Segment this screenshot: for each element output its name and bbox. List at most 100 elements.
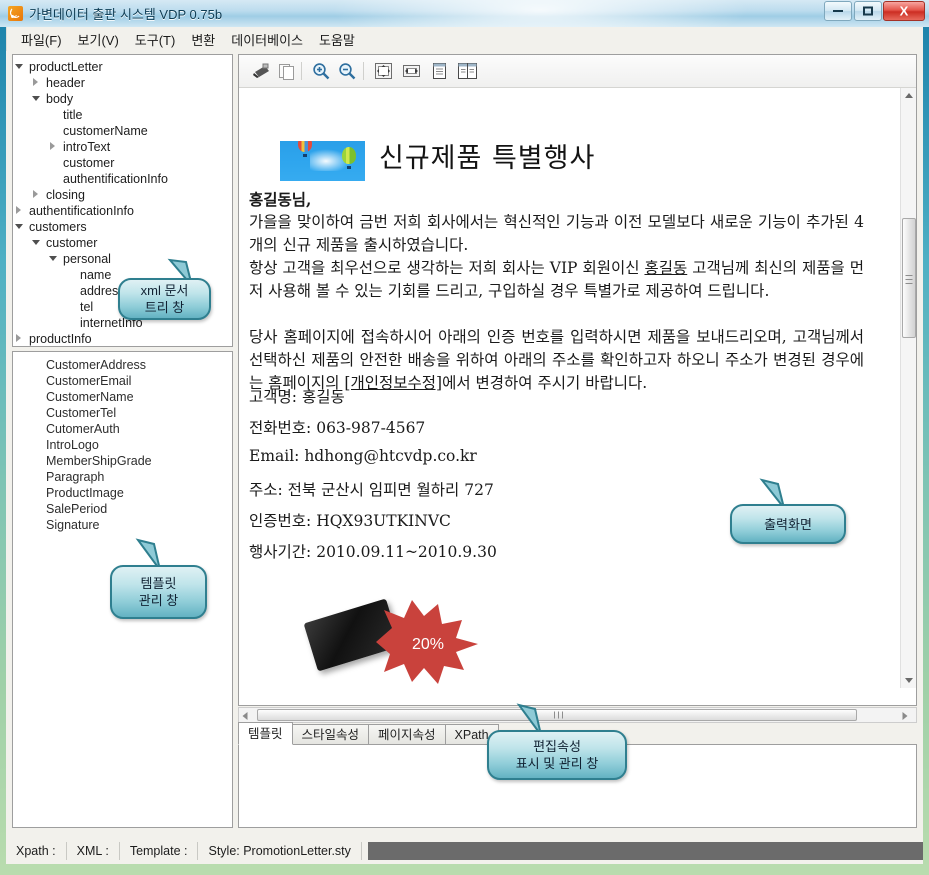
callout-template-line1: 템플릿 <box>140 576 177 591</box>
document-title: 신규제품 특별행사 <box>379 143 596 174</box>
callout-output-line1: 출력화면 <box>764 516 812 532</box>
tree-node-personal[interactable]: personal <box>17 251 232 267</box>
privacy-edit-link[interactable]: [개인정보수정] <box>344 374 442 392</box>
rss-feed-icon <box>8 6 23 21</box>
document-field-value: HQX93UTKINVC <box>316 512 451 530</box>
document-field-value: 홍길동 <box>301 388 345 406</box>
chevron-right-icon[interactable] <box>33 190 38 198</box>
template-list-item[interactable]: Signature <box>13 517 232 533</box>
print-icon[interactable] <box>249 60 273 82</box>
document-paragraph-1: 가을을 맞이하여 금번 저희 회사에서는 혁신적인 기능과 이전 모델보다 새로… <box>249 213 864 254</box>
chevron-right-icon[interactable] <box>16 206 21 214</box>
copy-page-icon[interactable] <box>275 60 299 82</box>
page-view: 신규제품 특별행사 홍길동님, 가을을 맞이하여 금번 저희 회사에서는 혁신적… <box>239 88 916 688</box>
close-icon: X <box>899 3 909 19</box>
tree-node-authentificationInfo[interactable]: authentificationInfo <box>17 171 232 187</box>
document-field-value: hdhong@htcvdp.co.kr <box>304 447 477 465</box>
chevron-down-icon[interactable] <box>32 96 40 101</box>
document-field-label: 전화번호: <box>249 419 317 437</box>
zoom-out-icon[interactable] <box>335 60 359 82</box>
menu-database[interactable]: 데이터베이스 <box>223 28 311 51</box>
tree-node-label: introText <box>63 140 111 154</box>
window-title: 가변데이터 출판 시스템 VDP 0.75b <box>29 7 223 22</box>
tree-node-label: productLetter <box>29 60 103 74</box>
document-paragraph-2: 항상 고객을 최우선으로 생각하는 저희 회사는 VIP 회원이신 홍길동 고객… <box>249 257 864 303</box>
tree-node-customerName[interactable]: customerName <box>17 123 232 139</box>
tree-node-customers[interactable]: customers <box>15 219 232 235</box>
scroll-right-button[interactable] <box>901 708 916 722</box>
fit-width-icon[interactable] <box>399 60 423 82</box>
status-progress-area <box>367 842 923 860</box>
document-salutation: 홍길동님, <box>249 190 312 209</box>
tree-node-title[interactable]: title <box>17 107 232 123</box>
document-field-row: 고객명: 홍길동 <box>249 385 345 407</box>
tree-node-productInfo[interactable]: productInfo <box>16 331 232 346</box>
intro-logo-image <box>280 141 365 181</box>
chevron-down-icon[interactable] <box>32 240 40 245</box>
paragraph-3-suffix: 에서 변경하여 주시기 바랍니다. <box>442 374 648 392</box>
tree-node-productLetter[interactable]: productLetter <box>15 59 232 75</box>
chevron-down-icon[interactable] <box>15 64 23 69</box>
tree-node-label: name <box>80 268 112 282</box>
maximize-button[interactable] <box>854 1 882 21</box>
tree-node-label: productInfo <box>29 332 92 346</box>
document-field-label: 고객명: <box>249 388 302 406</box>
close-button[interactable]: X <box>883 1 925 21</box>
menu-tools[interactable]: 도구(T) <box>127 28 184 51</box>
tree-node-label: customerName <box>63 124 148 138</box>
scroll-left-button[interactable] <box>239 708 254 722</box>
chevron-right-icon[interactable] <box>16 334 21 342</box>
property-tab-페이지속성[interactable]: 페이지속성 <box>368 724 446 745</box>
customer-name-inline: 홍길동 <box>644 259 688 277</box>
chevron-right-icon[interactable] <box>33 78 38 86</box>
two-page-icon[interactable] <box>455 60 479 82</box>
property-tab-스타일속성[interactable]: 스타일속성 <box>291 724 370 745</box>
single-page-icon[interactable] <box>427 60 451 82</box>
menu-view[interactable]: 보기(V) <box>70 28 127 51</box>
template-list-item[interactable]: CustomerTel <box>13 405 232 421</box>
template-list-item[interactable]: CustomerEmail <box>13 373 232 389</box>
tree-node-customer[interactable]: customer <box>17 155 232 171</box>
tree-node-closing[interactable]: closing <box>17 187 232 203</box>
callout-template-line2: 관리 창 <box>138 593 179 608</box>
template-list-item[interactable]: ProductImage <box>13 485 232 501</box>
discount-badge-label: 20% <box>411 636 445 653</box>
template-list-item[interactable]: IntroLogo <box>13 437 232 453</box>
template-list-item[interactable]: SalePeriod <box>13 501 232 517</box>
template-list-item[interactable]: CustomerAddress <box>13 357 232 373</box>
property-tab-bar: 템플릿 스타일속성 페이지속성 XPath <box>238 722 499 745</box>
application-window: 가변데이터 출판 시스템 VDP 0.75b X 파일(F) 보기(V) 도구(… <box>0 0 929 875</box>
fit-page-icon[interactable] <box>371 60 395 82</box>
template-list-item[interactable]: CutomerAuth <box>13 421 232 437</box>
menu-convert[interactable]: 변환 <box>183 28 223 51</box>
menu-help[interactable]: 도움말 <box>311 28 363 51</box>
template-list-item[interactable]: Paragraph <box>13 469 232 485</box>
status-template: Template : <box>120 842 199 860</box>
chevron-down-icon[interactable] <box>49 256 57 261</box>
template-list-item[interactable]: CustomerName <box>13 389 232 405</box>
scroll-down-button[interactable] <box>901 673 916 688</box>
document-field-label: 인증번호: <box>249 512 317 530</box>
chevron-down-icon[interactable] <box>15 224 23 229</box>
tree-node-body[interactable]: body <box>17 91 232 107</box>
preview-vertical-scrollbar[interactable] <box>900 88 916 688</box>
template-list-item[interactable]: MemberShipGrade <box>13 453 232 469</box>
tree-node-authentificationInfo[interactable]: authentificationInfo <box>16 203 232 219</box>
menu-file[interactable]: 파일(F) <box>13 28 70 51</box>
tree-node-introText[interactable]: introText <box>17 139 232 155</box>
status-xpath: Xpath : <box>6 842 67 860</box>
chevron-right-icon[interactable] <box>50 142 55 150</box>
property-tab-템플릿[interactable]: 템플릿 <box>238 722 293 745</box>
document-field-row: 행사기간: 2010.09.11~2010.9.30 <box>249 540 497 562</box>
toolbar-separator-2 <box>363 62 364 80</box>
zoom-in-icon[interactable] <box>309 60 333 82</box>
preview-horizontal-scrollbar[interactable] <box>238 707 917 723</box>
preview-vertical-scroll-thumb[interactable] <box>902 218 916 338</box>
preview-horizontal-scroll-thumb[interactable] <box>257 709 857 721</box>
minimize-button[interactable] <box>824 1 852 21</box>
tree-node-customer[interactable]: customer <box>17 235 232 251</box>
callout-output: 출력화면 <box>730 504 846 544</box>
tree-node-header[interactable]: header <box>17 75 232 91</box>
document-field-value: 063-987-4567 <box>316 419 426 437</box>
scroll-up-button[interactable] <box>901 88 916 103</box>
